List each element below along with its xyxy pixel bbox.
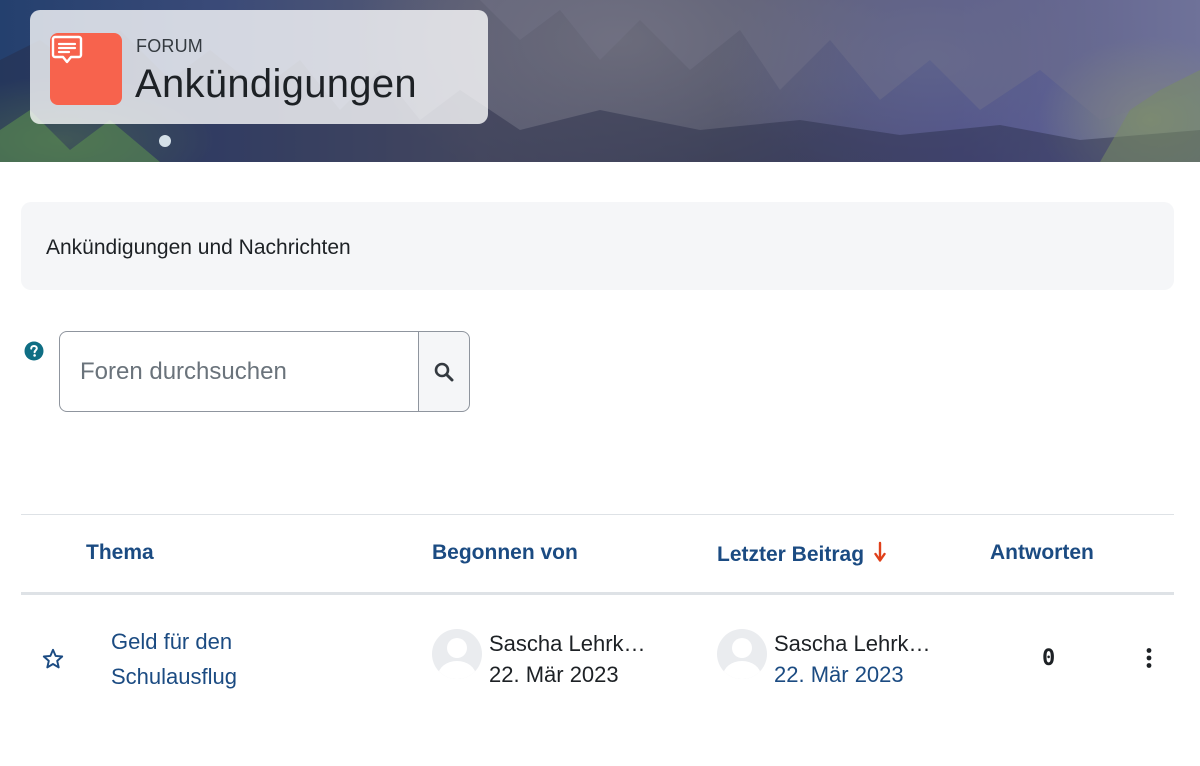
more-actions-icon[interactable] — [1140, 646, 1158, 670]
last-post-date-link[interactable]: 22. Mär 2023 — [774, 662, 904, 688]
page-title: Ankündigungen — [135, 62, 417, 106]
started-date: 22. Mär 2023 — [489, 662, 619, 687]
search-button[interactable] — [418, 331, 470, 412]
question-circle-icon[interactable] — [24, 341, 44, 361]
started-by-user[interactable]: Sascha Lehrk… — [489, 631, 659, 657]
avatar[interactable] — [432, 629, 482, 679]
avatar[interactable] — [717, 629, 767, 679]
column-header-replies[interactable]: Antworten — [990, 541, 1094, 565]
forum-description-box: Ankündigungen und Nachrichten — [21, 202, 1174, 290]
column-header-started-by[interactable]: Begonnen von — [432, 541, 578, 565]
course-header-banner: FORUM Ankündigungen — [0, 0, 1200, 162]
forum-icon — [50, 33, 122, 105]
star-icon[interactable] — [41, 647, 65, 671]
column-header-topic[interactable]: Thema — [86, 541, 154, 565]
column-header-last-post[interactable]: Letzter Beitrag — [717, 541, 886, 569]
column-header-last-post-label[interactable]: Letzter Beitrag — [717, 543, 864, 566]
last-post-user[interactable]: Sascha Lehrk… — [774, 631, 944, 657]
forum-description: Ankündigungen und Nachrichten — [46, 236, 351, 259]
arrow-down-icon — [874, 541, 886, 569]
search-icon — [434, 362, 454, 381]
table-top-border — [21, 514, 1174, 515]
replies-count[interactable]: 0 — [1042, 646, 1055, 671]
discussion-topic-link[interactable]: Geld für den Schulausflug — [111, 624, 311, 694]
activity-type-label: FORUM — [136, 36, 203, 56]
search-input[interactable] — [59, 331, 419, 412]
table-header-divider — [21, 592, 1174, 595]
page-header-card: FORUM Ankündigungen — [30, 10, 488, 124]
